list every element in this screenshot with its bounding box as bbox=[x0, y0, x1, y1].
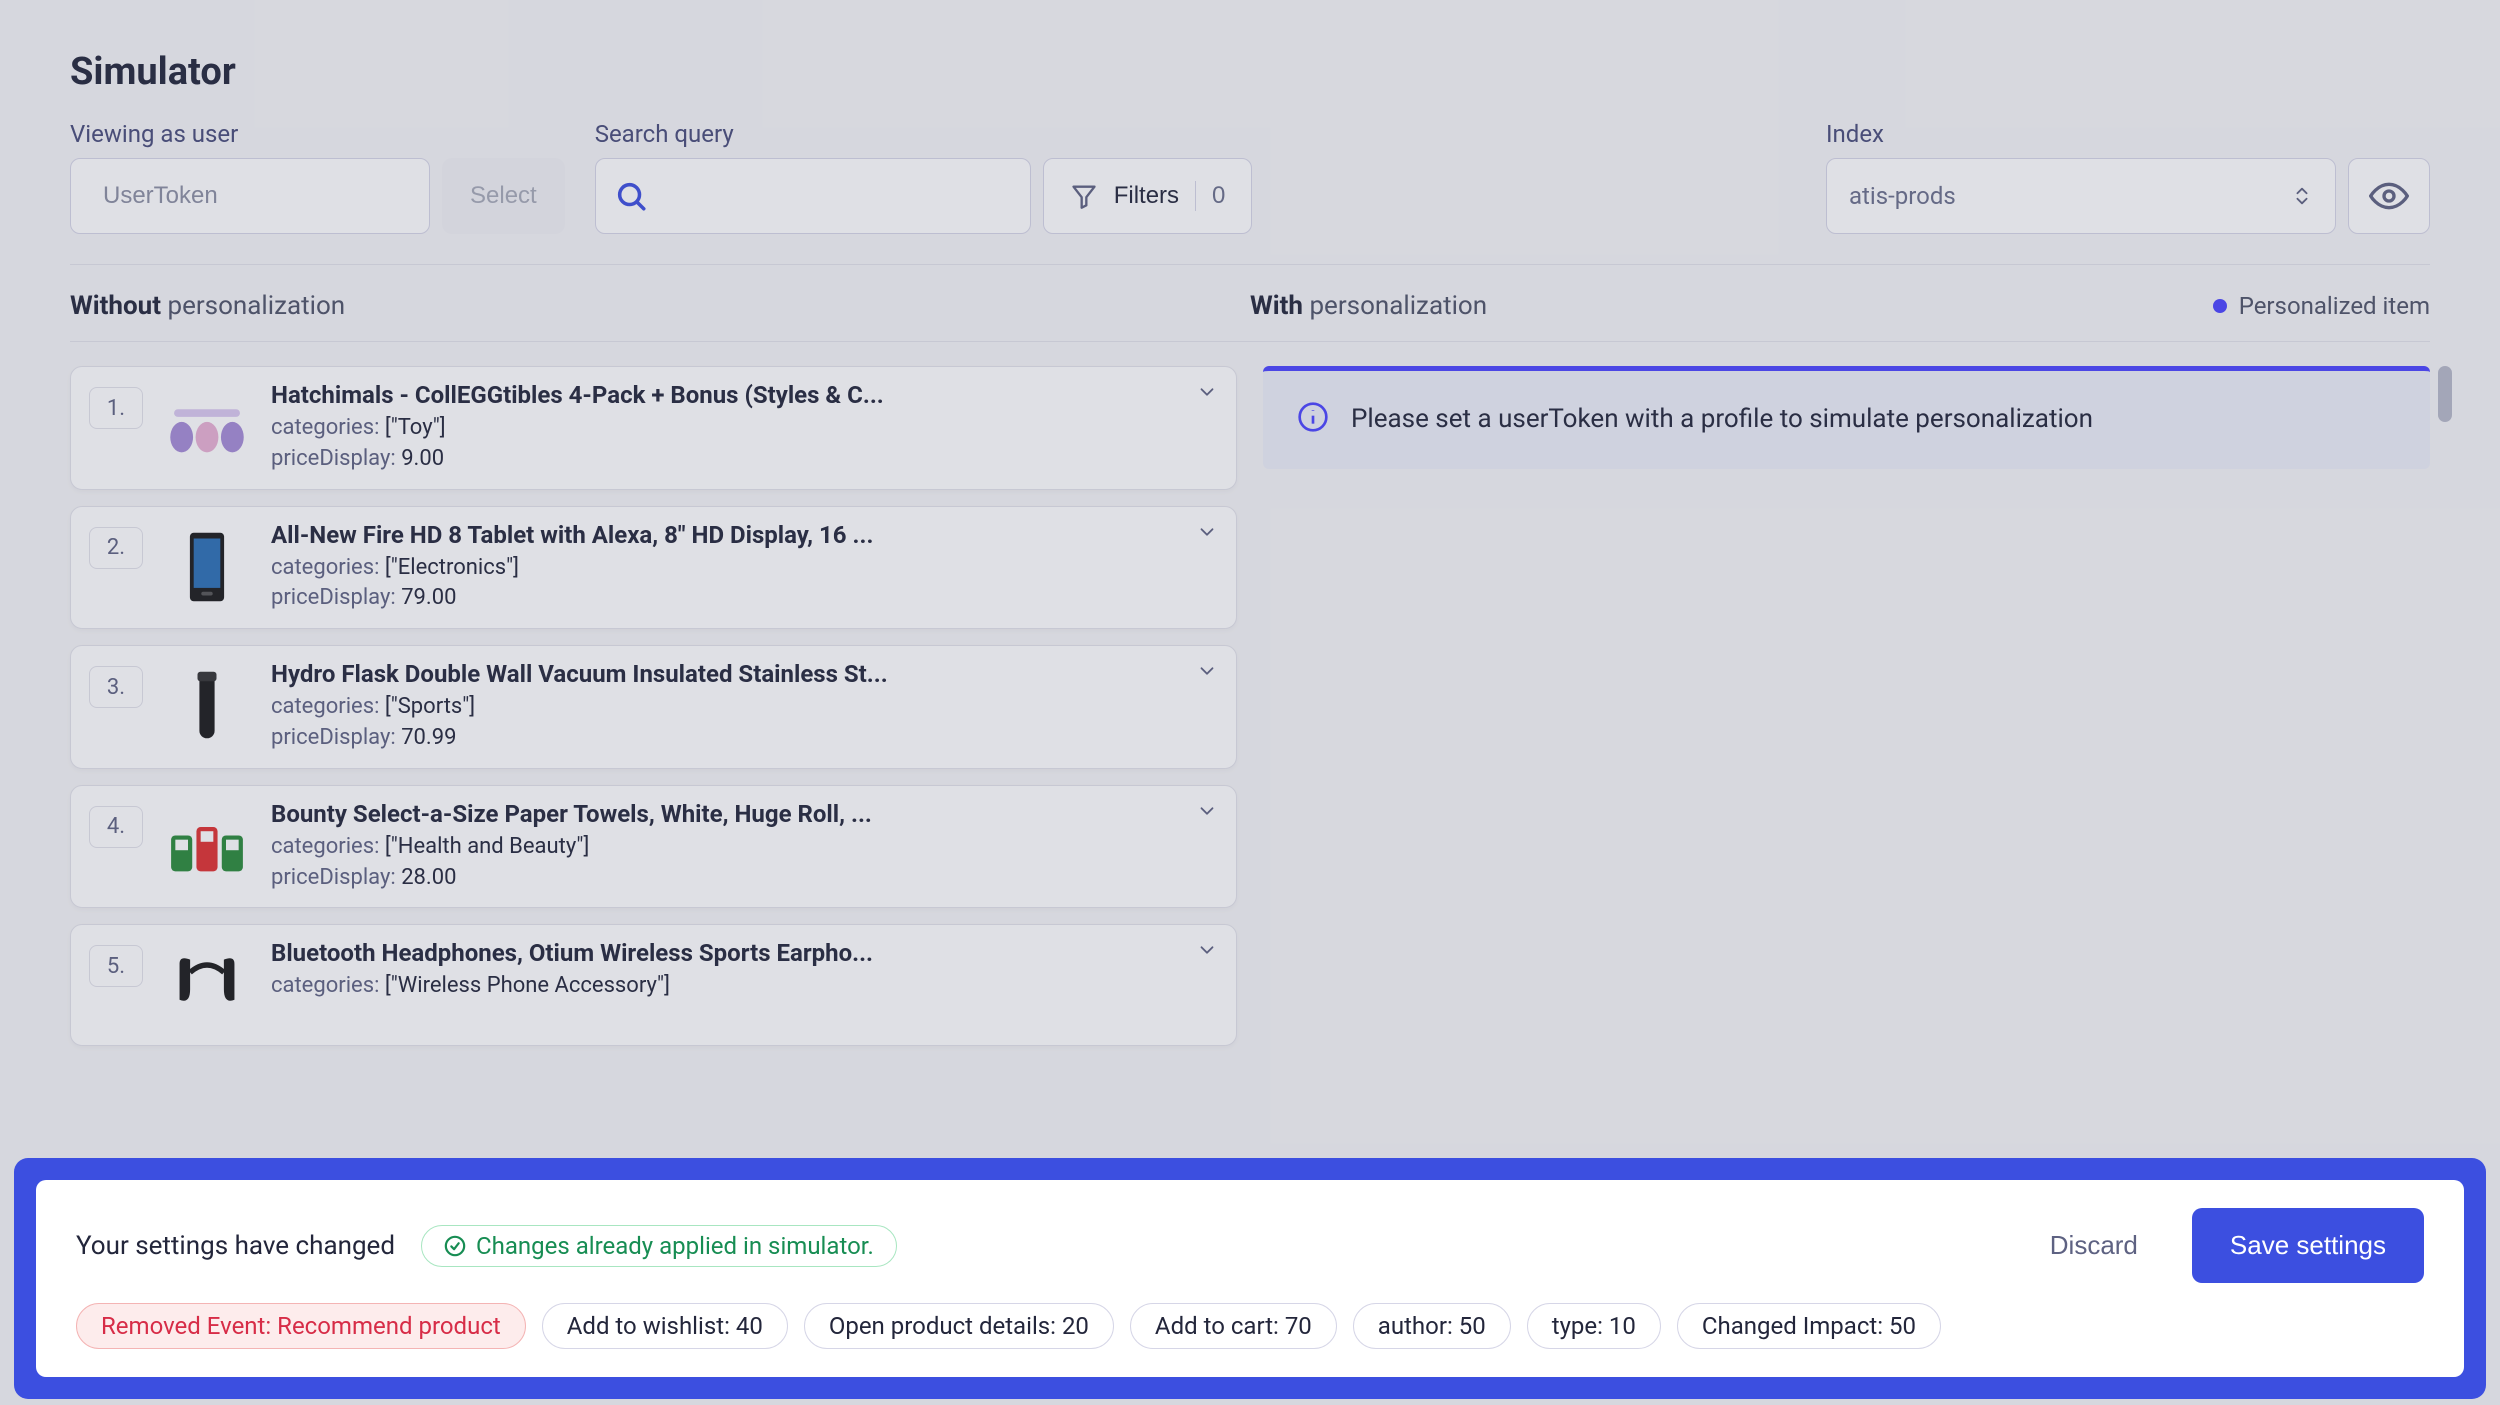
expand-chevron[interactable] bbox=[1196, 800, 1218, 828]
divider bbox=[1195, 181, 1196, 211]
search-query-input[interactable] bbox=[662, 182, 1012, 210]
product-title: Hydro Flask Double Wall Vacuum Insulated… bbox=[271, 660, 1218, 688]
check-circle-icon bbox=[444, 1235, 466, 1257]
select-arrows-icon bbox=[2291, 182, 2313, 210]
product-categories: categories: ["Health and Beauty"] bbox=[271, 832, 1218, 863]
user-token-input[interactable] bbox=[103, 182, 413, 210]
legend-dot bbox=[2213, 299, 2227, 313]
eye-icon bbox=[2369, 176, 2409, 216]
filters-count: 0 bbox=[1212, 182, 1225, 210]
product-categories: categories: ["Toy"] bbox=[271, 413, 1218, 444]
search-query-label: Search query bbox=[595, 120, 1253, 148]
product-thumb bbox=[161, 800, 253, 892]
tag: author: 50 bbox=[1353, 1303, 1511, 1349]
product-title: Hatchimals - CollEGGtibles 4-Pack + Bonu… bbox=[271, 381, 1218, 409]
search-query-input-wrap[interactable] bbox=[595, 158, 1031, 234]
results-with-personalization: Please set a userToken with a profile to… bbox=[1263, 366, 2430, 1106]
info-banner: Please set a userToken with a profile to… bbox=[1263, 366, 2430, 469]
product-price: priceDisplay: 79.00 bbox=[271, 583, 1218, 614]
status-pill: Changes already applied in simulator. bbox=[421, 1225, 897, 1267]
expand-chevron[interactable] bbox=[1196, 521, 1218, 549]
product-title: Bluetooth Headphones, Otium Wireless Spo… bbox=[271, 939, 1218, 967]
filters-label: Filters bbox=[1114, 182, 1179, 210]
product-price: priceDisplay: 9.00 bbox=[271, 444, 1218, 475]
index-label: Index bbox=[1826, 120, 2430, 148]
product-thumb bbox=[161, 381, 253, 473]
discard-button[interactable]: Discard bbox=[2022, 1212, 2166, 1279]
changed-tags: Removed Event: Recommend product Add to … bbox=[76, 1303, 2424, 1349]
rank-badge: 3. bbox=[89, 666, 143, 708]
expand-chevron[interactable] bbox=[1196, 660, 1218, 688]
tag: Changed Impact: 50 bbox=[1677, 1303, 1941, 1349]
banner-title: Your settings have changed bbox=[76, 1231, 395, 1261]
product-title: All-New Fire HD 8 Tablet with Alexa, 8" … bbox=[271, 521, 1218, 549]
viewing-as-user-label: Viewing as user bbox=[70, 120, 565, 148]
product-categories: categories: ["Sports"] bbox=[271, 692, 1218, 723]
preview-button[interactable] bbox=[2348, 158, 2430, 234]
product-price: priceDisplay: 28.00 bbox=[271, 863, 1218, 894]
index-select[interactable]: atis-prods bbox=[1826, 158, 2336, 234]
filters-button[interactable]: Filters 0 bbox=[1043, 158, 1253, 234]
result-card[interactable]: 4. Bounty Select-a-Size Paper Towels, Wh… bbox=[70, 785, 1237, 909]
scrollbar[interactable] bbox=[2438, 366, 2452, 422]
rank-badge: 2. bbox=[89, 527, 143, 569]
product-thumb bbox=[161, 521, 253, 613]
product-categories: categories: ["Electronics"] bbox=[271, 553, 1218, 584]
tag: Add to cart: 70 bbox=[1130, 1303, 1337, 1349]
select-button[interactable]: Select bbox=[442, 158, 565, 234]
product-categories: categories: ["Wireless Phone Accessory"] bbox=[271, 971, 1218, 1002]
result-card[interactable]: 2. All-New Fire HD 8 Tablet with Alexa, … bbox=[70, 506, 1237, 630]
product-title: Bounty Select-a-Size Paper Towels, White… bbox=[271, 800, 1218, 828]
result-card[interactable]: 5. Bluetooth Headphones, Otium Wireless … bbox=[70, 924, 1237, 1046]
rank-badge: 5. bbox=[89, 945, 143, 987]
with-personalization-header: With personalization bbox=[1250, 291, 1487, 321]
page-title: Simulator bbox=[70, 50, 2430, 94]
legend-label: Personalized item bbox=[2239, 292, 2430, 320]
index-value: atis-prods bbox=[1849, 182, 1956, 210]
expand-chevron[interactable] bbox=[1196, 381, 1218, 409]
search-icon bbox=[614, 179, 648, 213]
tag: Open product details: 20 bbox=[804, 1303, 1114, 1349]
unsaved-changes-banner: Your settings have changed Changes alrea… bbox=[14, 1158, 2486, 1399]
product-price: priceDisplay: 70.99 bbox=[271, 723, 1218, 754]
results-without-personalization: 1. Hatchimals - CollEGGtibles 4-Pack + B… bbox=[70, 366, 1237, 1106]
result-card[interactable]: 1. Hatchimals - CollEGGtibles 4-Pack + B… bbox=[70, 366, 1237, 490]
product-thumb bbox=[161, 939, 253, 1031]
expand-chevron[interactable] bbox=[1196, 939, 1218, 967]
user-token-input-wrap[interactable] bbox=[70, 158, 430, 234]
rank-badge: 1. bbox=[89, 387, 143, 429]
filter-icon bbox=[1070, 182, 1098, 210]
info-text: Please set a userToken with a profile to… bbox=[1351, 401, 2396, 439]
tag-removed-event: Removed Event: Recommend product bbox=[76, 1303, 526, 1349]
result-card[interactable]: 3. Hydro Flask Double Wall Vacuum Insula… bbox=[70, 645, 1237, 769]
tag: Add to wishlist: 40 bbox=[542, 1303, 788, 1349]
rank-badge: 4. bbox=[89, 806, 143, 848]
tag: type: 10 bbox=[1527, 1303, 1661, 1349]
controls-row: Viewing as user Select Search query Filt… bbox=[70, 120, 2430, 234]
product-thumb bbox=[161, 660, 253, 752]
save-settings-button[interactable]: Save settings bbox=[2192, 1208, 2424, 1283]
info-icon bbox=[1297, 401, 1329, 433]
without-personalization-header: Without personalization bbox=[70, 291, 1250, 321]
